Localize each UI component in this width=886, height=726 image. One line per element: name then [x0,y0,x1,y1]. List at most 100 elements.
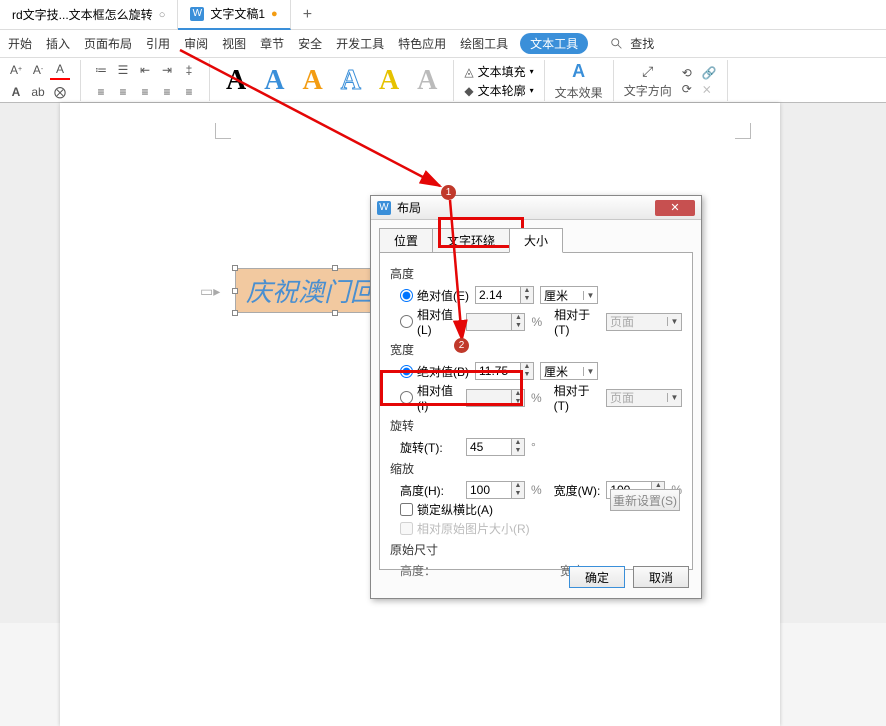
menu-insert[interactable]: 插入 [44,35,72,52]
spin-down-icon[interactable]: ▼ [521,295,533,303]
resize-handle[interactable] [332,265,338,271]
spin-down-icon[interactable]: ▼ [512,398,524,406]
dialog-title: 布局 [397,199,421,216]
width-rel-spinbox[interactable]: ▲▼ [466,389,525,407]
text-effect-button[interactable]: A 文本效果 [555,61,603,101]
spin-up-icon[interactable]: ▲ [521,363,533,371]
unlink-icon[interactable]: ⨯ [702,82,717,96]
menu-review[interactable]: 审阅 [182,35,210,52]
menu-special[interactable]: 特色应用 [396,35,448,52]
search-button[interactable]: 查找 [608,35,658,52]
radio[interactable] [400,289,413,302]
height-abs-spinbox[interactable]: ▲▼ [475,286,534,304]
resize-handle[interactable] [332,310,338,316]
menu-reference[interactable]: 引用 [144,35,172,52]
rotate-spinbox[interactable]: ▲▼ [466,438,525,456]
text-outline-button[interactable]: ◆文本轮廓▾ [464,82,533,99]
tab-size[interactable]: 大小 [509,228,563,253]
radio[interactable] [400,365,413,378]
text-direction-button[interactable]: ⤢ 文字方向 [624,63,672,99]
spin-up-icon[interactable]: ▲ [521,287,533,295]
highlight-icon[interactable]: ab [28,82,48,102]
list-number-icon[interactable]: ☰ [113,60,133,80]
menu-drawtools[interactable]: 绘图工具 [458,35,510,52]
rotate-input[interactable] [466,438,512,456]
height-rel-input [466,313,512,331]
checkbox[interactable] [400,503,413,516]
link-icon[interactable]: 🔗 [702,66,717,80]
font-shrink-icon[interactable]: A- [28,60,48,80]
style-a-gray[interactable]: A [411,65,443,97]
linespace-icon[interactable]: ‡ [179,60,199,80]
close-icon[interactable]: ○ [159,9,166,21]
height-abs-input[interactable] [475,286,521,304]
width-abs-radio[interactable]: 绝对值(B) [400,363,469,380]
menu-safe[interactable]: 安全 [296,35,324,52]
menu-view[interactable]: 视图 [220,35,248,52]
style-a-gold[interactable]: A [373,65,405,97]
menu-start[interactable]: 开始 [6,35,34,52]
indent-inc-icon[interactable]: ⇥ [157,60,177,80]
close-button[interactable]: ✕ [655,200,695,216]
scale-h-input[interactable] [466,481,512,499]
width-rel-radio[interactable]: 相对值(I) [400,382,460,413]
ribbon-fill-group: ◬文本填充▾ ◆文本轮廓▾ [464,60,544,101]
scale-h-spinbox[interactable]: ▲▼ [466,481,525,499]
spin-down-icon[interactable]: ▼ [521,371,533,379]
height-rel-spinbox[interactable]: ▲▼ [466,313,525,331]
align-justify-icon[interactable]: ≡ [157,82,177,102]
width-relto-select[interactable]: 页面▼ [606,389,682,407]
tab-position[interactable]: 位置 [379,228,433,253]
list-bullet-icon[interactable]: ≔ [91,60,111,80]
align-right-icon[interactable]: ≡ [135,82,155,102]
indent-dec-icon[interactable]: ⇤ [135,60,155,80]
doc-tab-1[interactable]: rd文字技...文本框怎么旋转 ○ [0,0,178,30]
width-abs-spinbox[interactable]: ▲▼ [475,362,534,380]
menu-texttools[interactable]: 文本工具 [520,33,588,54]
spin-down-icon[interactable]: ▼ [512,490,524,498]
doc-tab-2[interactable]: W 文字文稿1 ● [178,0,290,30]
font-color-icon[interactable]: A [50,60,70,80]
spin-down-icon[interactable]: ▼ [512,322,524,330]
ok-button[interactable]: 确定 [569,566,625,588]
height-abs-radio[interactable]: 绝对值(E) [400,287,469,304]
width-abs-input[interactable] [475,362,521,380]
style-a-orange[interactable]: A [296,65,328,97]
width-unit-select[interactable]: 厘米▼ [540,362,598,380]
font-grow-icon[interactable]: A+ [6,60,26,80]
menu-chapter[interactable]: 章节 [258,35,286,52]
clear-format-icon[interactable]: ⨂ [50,82,70,102]
dialog-titlebar[interactable]: W 布局 ✕ [371,196,701,220]
spin-up-icon[interactable]: ▲ [512,482,524,490]
align-left-icon[interactable]: ≡ [91,82,111,102]
bold-icon[interactable]: A [6,82,26,102]
radio[interactable] [400,391,413,404]
style-a-outline[interactable]: A [335,65,367,97]
spin-up-icon[interactable]: ▲ [512,439,524,447]
spin-up-icon[interactable]: ▲ [512,314,524,322]
menu-devtools[interactable]: 开发工具 [334,35,386,52]
style-a-black[interactable]: A [220,65,252,97]
doc-tabs: rd文字技...文本框怎么旋转 ○ W 文字文稿1 ● + [0,0,886,30]
tab-wrap[interactable]: 文字环绕 [432,228,510,253]
resize-handle[interactable] [232,310,238,316]
text-fill-button[interactable]: ◬文本填充▾ [464,63,533,80]
resize-handle[interactable] [232,265,238,271]
new-tab-button[interactable]: + [291,6,324,24]
rotate-left-icon[interactable]: ⟲ [682,66,692,80]
rotate-right-icon[interactable]: ⟳ [682,82,692,96]
lock-aspect-checkbox[interactable]: 锁定纵横比(A) [400,501,493,518]
spin-down-icon[interactable]: ▼ [512,447,524,455]
spin-up-icon[interactable]: ▲ [512,390,524,398]
height-rel-radio[interactable]: 相对值(L) [400,306,460,337]
reset-button[interactable]: 重新设置(S) [610,489,680,511]
radio[interactable] [400,315,413,328]
resize-handle[interactable] [232,288,238,294]
menu-layout[interactable]: 页面布局 [82,35,134,52]
style-a-blue[interactable]: A [258,65,290,97]
height-unit-select[interactable]: 厘米▼ [540,286,598,304]
align-center-icon[interactable]: ≡ [113,82,133,102]
align-dist-icon[interactable]: ≡ [179,82,199,102]
height-relto-select[interactable]: 页面▼ [606,313,682,331]
cancel-button[interactable]: 取消 [633,566,689,588]
